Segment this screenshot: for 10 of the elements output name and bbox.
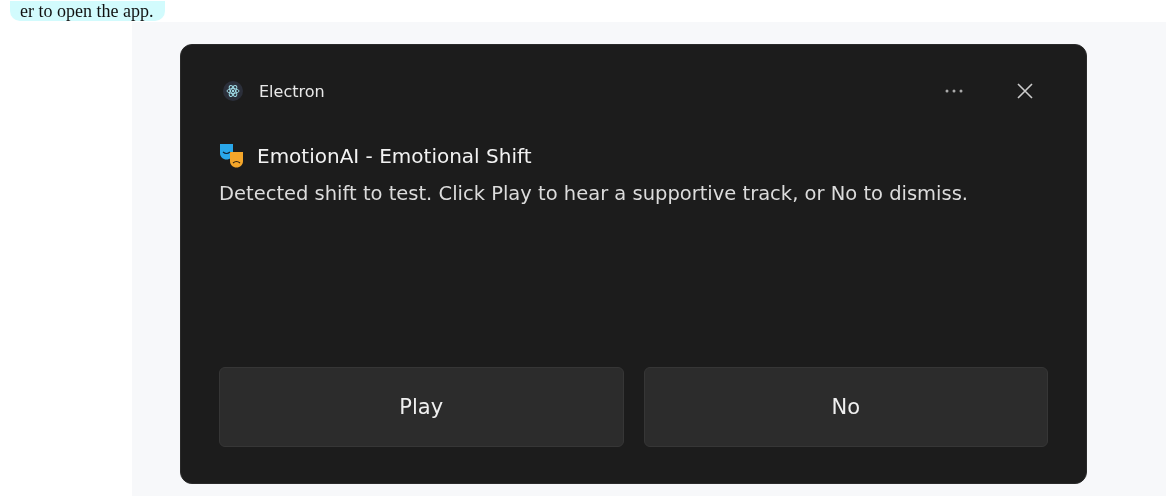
atom-icon xyxy=(223,81,243,101)
notification-title: EmotionAI - Emotional Shift xyxy=(257,144,532,168)
theater-masks-icon xyxy=(219,143,245,169)
notification-message: Detected shift to test. Click Play to hear a supportive track, or No to dismiss. xyxy=(219,181,970,207)
app-name: Electron xyxy=(259,81,325,101)
action-button[interactable]: Play xyxy=(219,367,624,447)
action-button[interactable]: No xyxy=(643,367,1048,447)
close-icon xyxy=(1016,82,1034,100)
page-text: er to open the app. xyxy=(10,1,166,21)
ellipsis-icon xyxy=(944,88,964,94)
